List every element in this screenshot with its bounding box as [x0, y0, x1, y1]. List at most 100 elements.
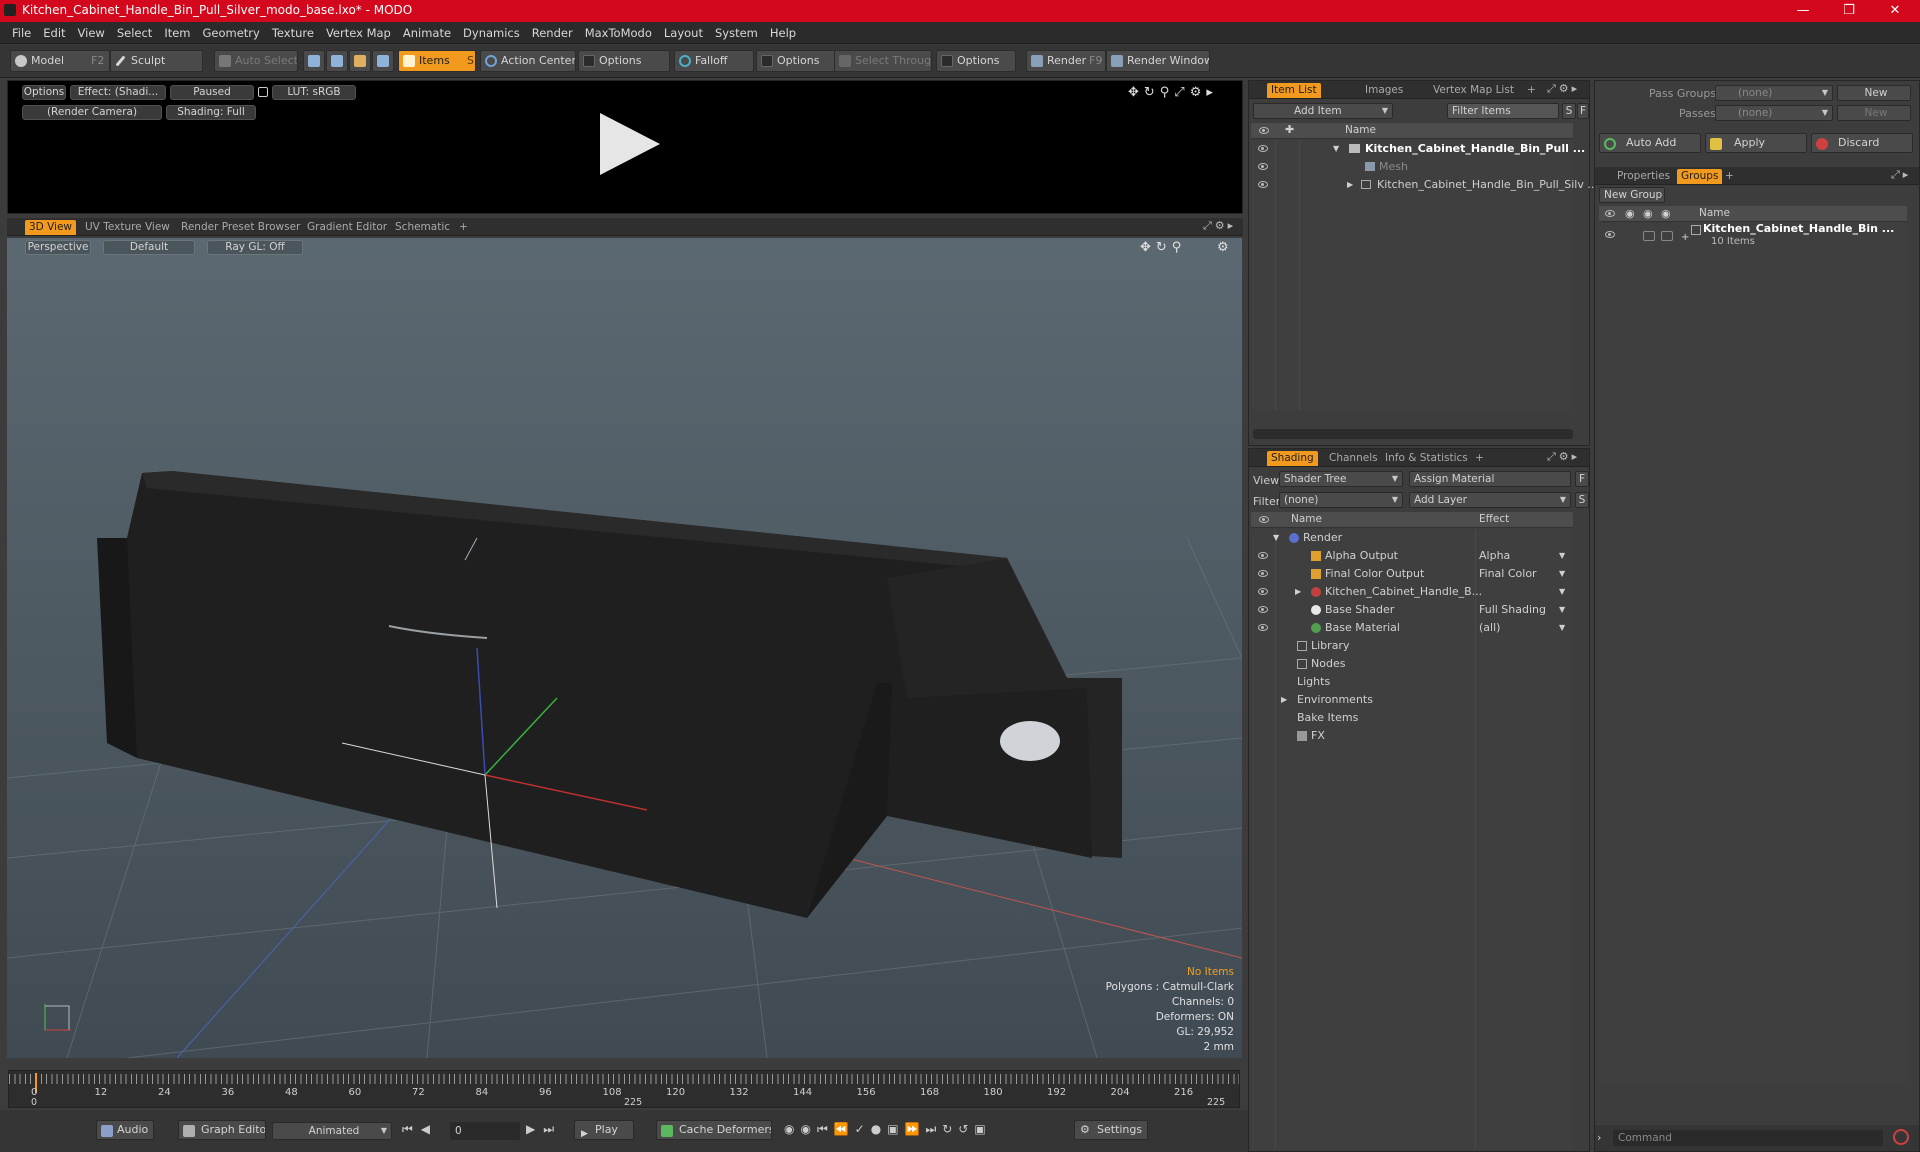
tab-schematic[interactable]: Schematic [391, 220, 454, 235]
select-vertices-button[interactable] [303, 50, 325, 72]
audio-button[interactable]: Audio [96, 1120, 154, 1140]
expand-arrow-icon[interactable]: ▼ [1333, 140, 1339, 158]
item-row-mesh[interactable]: Mesh [1251, 158, 1573, 176]
minimize-icon[interactable]: — [1780, 0, 1826, 22]
preview-shading-dropdown[interactable]: Shading: Full [166, 105, 256, 120]
shader-row-effect[interactable]: (all) [1479, 619, 1500, 637]
auto-select-button[interactable]: Auto Select [214, 50, 298, 72]
skip-back-icons[interactable]: ⏮◀ [402, 1122, 438, 1137]
preview-options-button[interactable]: Options [22, 85, 66, 100]
render-button[interactable]: Render F9 [1026, 50, 1106, 72]
group-lock-checkbox[interactable] [1643, 231, 1655, 241]
menu-layout[interactable]: Layout [658, 22, 709, 40]
expand-arrow-icon[interactable]: ▶ [1347, 176, 1353, 194]
keyframe-tool-icons[interactable]: ◉◉⏮⏪✓●▣⏩⏭↻↺▣ [784, 1122, 992, 1137]
shader-row[interactable]: ▶ Environments [1251, 691, 1573, 709]
shader-row[interactable]: Base Shader Full Shading ▼ [1251, 601, 1573, 619]
chevron-down-icon[interactable]: ▼ [1559, 565, 1565, 583]
menu-maxtomodo[interactable]: MaxToModo [579, 22, 658, 40]
visibility-eye-icon[interactable] [1258, 145, 1268, 152]
tab-shading[interactable]: Shading [1267, 451, 1318, 466]
view-dropdown[interactable]: Shader Tree ▼ [1279, 471, 1403, 487]
menu-item[interactable]: Item [158, 22, 196, 40]
visibility-eye-icon[interactable] [1258, 163, 1268, 170]
shader-row[interactable]: ▼ Render [1251, 529, 1573, 547]
visibility-eye-icon[interactable] [1258, 181, 1268, 188]
skip-forward-icons[interactable]: ▶⏭ [526, 1122, 562, 1137]
shader-row[interactable]: Alpha Output Alpha ▼ [1251, 547, 1573, 565]
settings-button[interactable]: ⚙ Settings [1074, 1120, 1148, 1140]
sculpt-button[interactable]: Sculpt [110, 50, 203, 72]
cache-deformers-button[interactable]: Cache Deformers [656, 1120, 772, 1140]
tab-gradient-editor[interactable]: Gradient Editor [303, 220, 391, 235]
expand-arrow-icon[interactable]: ▶ [1281, 691, 1287, 709]
menu-help[interactable]: Help [764, 22, 802, 40]
preview-paused-button[interactable]: Paused [170, 85, 254, 100]
group-row[interactable]: + Kitchen_Cabinet_Handle_Bin ... 10 Item… [1599, 222, 1907, 255]
menu-animate[interactable]: Animate [397, 22, 457, 40]
tab-images[interactable]: Images [1361, 83, 1407, 98]
command-input[interactable]: Command [1613, 1130, 1883, 1146]
shader-row-effect[interactable]: Full Shading [1479, 601, 1546, 619]
shader-row[interactable]: FX [1251, 727, 1573, 745]
item-list-scrollbar[interactable] [1253, 429, 1573, 439]
preview-camera-dropdown[interactable]: (Render Camera) [22, 105, 162, 120]
render-window-button[interactable]: Render Window [1106, 50, 1210, 72]
play-button[interactable]: ▶ Play [574, 1120, 634, 1140]
add-tab-icon[interactable]: + [1471, 451, 1488, 466]
chevron-down-icon[interactable]: ▼ [1559, 547, 1565, 565]
new-pass-group-button[interactable]: New [1837, 85, 1911, 101]
select-options-button[interactable]: Options [936, 50, 1016, 72]
menu-vertex-map[interactable]: Vertex Map [320, 22, 397, 40]
shader-row[interactable]: Library [1251, 637, 1573, 655]
auto-add-button[interactable]: Auto Add [1599, 133, 1701, 153]
filter-items-input[interactable]: Filter Items [1447, 103, 1559, 119]
expand-plus-icon[interactable]: + [1681, 229, 1689, 247]
chevron-down-icon[interactable]: ▼ [1559, 619, 1565, 637]
model-button[interactable]: Model F2 [10, 50, 110, 72]
falloff-button[interactable]: Falloff [674, 50, 754, 72]
add-tab-icon[interactable]: + [1721, 169, 1738, 184]
tab-info-statistics[interactable]: Info & Statistics [1381, 451, 1472, 466]
menu-render[interactable]: Render [526, 22, 579, 40]
restore-icon[interactable]: ❐ [1826, 0, 1872, 22]
passes-dropdown[interactable]: (none) ▼ [1715, 105, 1833, 121]
tab-groups[interactable]: Groups [1677, 169, 1723, 184]
shader-row[interactable]: Final Color Output Final Color ▼ [1251, 565, 1573, 583]
timeline-ruler[interactable]: 0 12 24 36 48 60 72 84 96 108 120 132 144 156 168 180 19… [8, 1070, 1240, 1108]
add-layer-dropdown[interactable]: Add Layer ▼ [1409, 492, 1571, 508]
shader-row[interactable]: Bake Items [1251, 709, 1573, 727]
pass-groups-dropdown[interactable]: (none) ▼ [1715, 85, 1833, 101]
menu-edit[interactable]: Edit [37, 22, 71, 40]
assign-material-button[interactable]: Assign Material [1409, 471, 1571, 487]
expand-arrow-icon[interactable]: ▶ [1295, 583, 1301, 601]
lock-icon[interactable] [258, 87, 268, 97]
visibility-eye-icon[interactable] [1258, 588, 1268, 595]
select-edges-button[interactable] [326, 50, 348, 72]
select-polygons-button[interactable] [349, 50, 371, 72]
menu-geometry[interactable]: Geometry [197, 22, 266, 40]
shader-row[interactable]: Base Material (all) ▼ [1251, 619, 1573, 637]
add-tab-icon[interactable]: + [455, 220, 472, 235]
item-list-s-button[interactable]: S [1562, 103, 1576, 119]
close-icon[interactable]: ✕ [1872, 0, 1918, 22]
stop-icon[interactable] [1893, 1129, 1909, 1145]
shader-row-effect[interactable]: Alpha [1479, 547, 1510, 565]
play-icon[interactable] [594, 109, 664, 179]
shader-row[interactable]: Nodes [1251, 655, 1573, 673]
group-select-checkbox[interactable] [1661, 231, 1673, 241]
visibility-eye-icon[interactable] [1258, 606, 1268, 613]
add-item-dropdown[interactable]: Add Item ▼ [1253, 103, 1393, 119]
tab-3d-view[interactable]: 3D View [25, 220, 77, 235]
shader-row[interactable]: Lights [1251, 673, 1573, 691]
chevron-down-icon[interactable]: ▼ [1559, 583, 1565, 601]
tab-vertex-map-list[interactable]: Vertex Map List [1429, 83, 1518, 98]
action-center-button[interactable]: Action Center [480, 50, 576, 72]
filter-dropdown[interactable]: (none) ▼ [1279, 492, 1403, 508]
animated-dropdown[interactable]: Animated ▼ [272, 1122, 392, 1140]
panel-menu-icons[interactable]: ⤢▸ [1891, 168, 1911, 182]
menu-dynamics[interactable]: Dynamics [457, 22, 526, 40]
chevron-down-icon[interactable]: ▼ [1559, 601, 1565, 619]
panel-menu-icons[interactable]: ⤢⚙▸ [1203, 219, 1236, 233]
new-group-button[interactable]: New Group [1599, 187, 1665, 203]
